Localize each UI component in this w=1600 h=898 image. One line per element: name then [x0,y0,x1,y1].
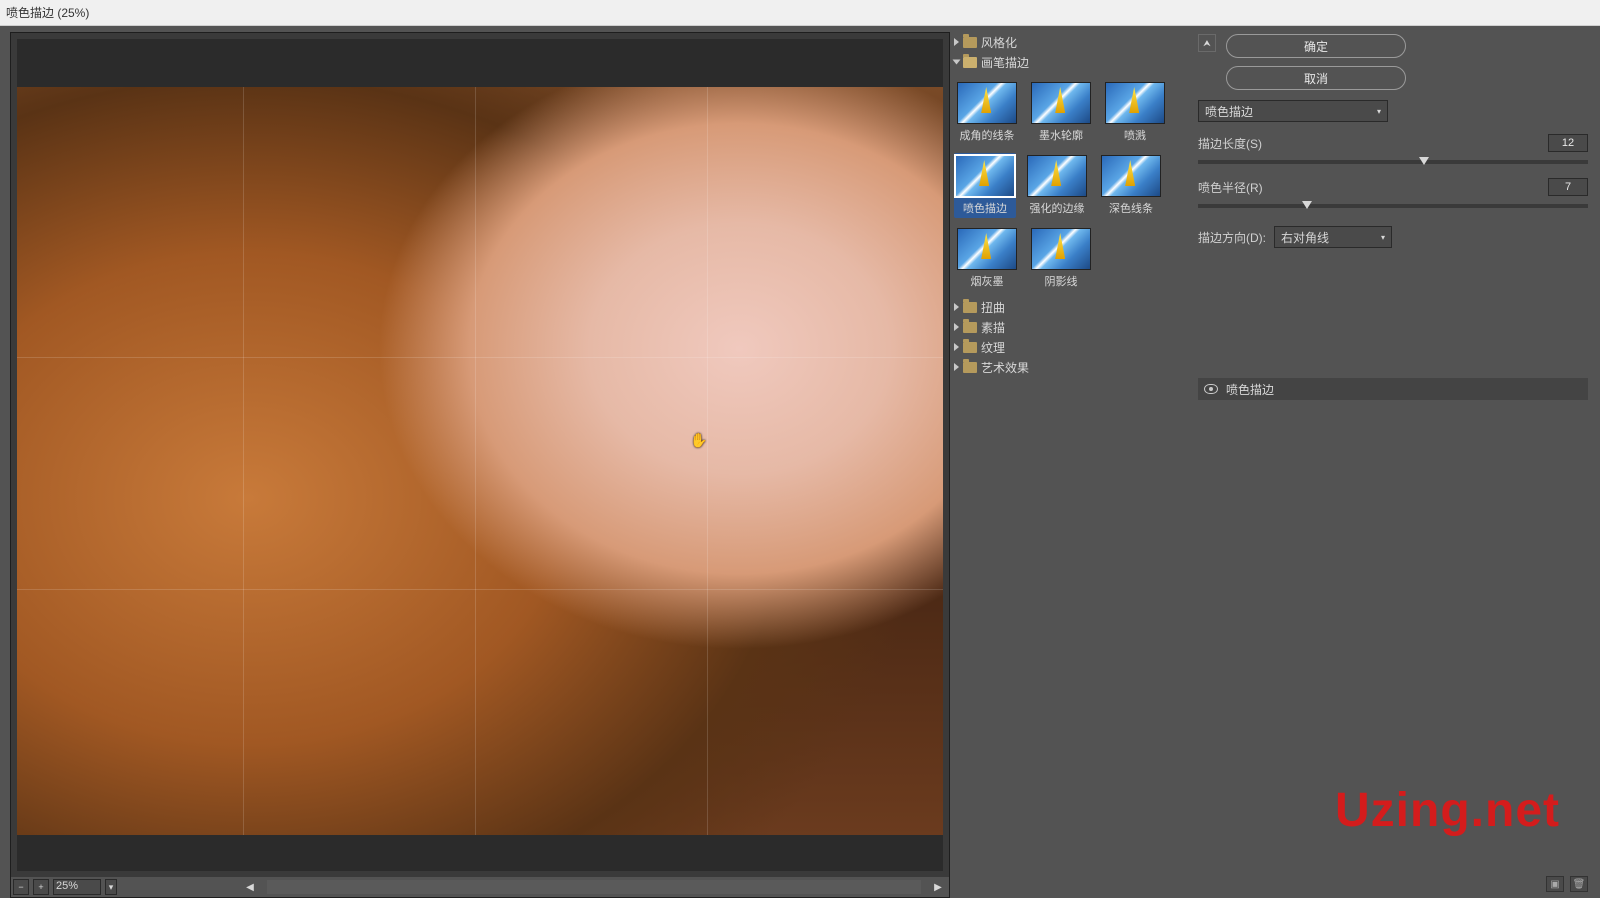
filter-category-素描[interactable]: 素描 [950,317,1190,337]
grid-line [707,87,708,835]
filter-category-艺术效果[interactable]: 艺术效果 [950,357,1190,377]
category-label: 艺术效果 [981,359,1029,376]
grid-line [475,87,476,835]
filter-gallery: 风格化画笔描边成角的线条 墨水轮廓 喷溅喷色描边 强化的边缘 深色线条烟灰墨 阴影线扭曲素… [950,26,1190,898]
disclosure-triangle-icon [954,363,959,371]
preset-thumbnail [1105,82,1165,124]
preset-阴影线[interactable]: 阴影线 [1030,228,1092,289]
direction-label: 描边方向(D): [1198,229,1266,246]
category-label: 画笔描边 [981,54,1029,71]
preset-thumbnail [1101,155,1161,197]
category-label: 素描 [981,319,1005,336]
scroll-left-button[interactable]: ◀ [241,879,259,895]
zoom-level-field[interactable]: 25% [53,879,101,895]
slider-thumb-icon[interactable] [1419,157,1429,165]
disclosure-triangle-icon [954,38,959,46]
chevron-down-icon: ▾ [1377,107,1381,116]
zoom-in-button[interactable]: + [33,879,49,895]
preset-喷色描边[interactable]: 喷色描边 [954,153,1016,218]
preset-label: 成角的线条 [960,127,1015,143]
preset-thumbnail [1027,155,1087,197]
slider-thumb-icon[interactable] [1302,201,1312,209]
preset-thumbnail [1031,228,1091,270]
delete-effect-layer-button[interactable]: 🗑 [1570,876,1588,892]
filter-category-纹理[interactable]: 纹理 [950,337,1190,357]
window-titlebar: 喷色描边 (25%) [0,0,1600,26]
disclosure-triangle-icon [954,323,959,331]
filter-select[interactable]: 喷色描边 ▾ [1198,100,1388,122]
folder-icon [963,342,977,353]
category-label: 扭曲 [981,299,1005,316]
zoom-out-button[interactable]: − [13,879,29,895]
controls-panel: ⮝ 确定 取消 喷色描边 ▾ 描边长度(S) 喷色半径(R) [1190,26,1600,898]
preset-label: 喷色描边 [963,200,1007,216]
preset-成角的线条[interactable]: 成角的线条 [956,82,1018,143]
folder-icon [963,322,977,333]
filter-select-value: 喷色描边 [1205,103,1253,120]
preview-footer: − + 25% ▾ ◀ ▶ [11,877,949,897]
spray-radius-input[interactable] [1548,178,1588,196]
preset-label: 烟灰墨 [971,273,1004,289]
collapse-gallery-button[interactable]: ⮝ [1198,34,1216,52]
stroke-length-input[interactable] [1548,134,1588,152]
preset-label: 强化的边缘 [1030,200,1085,216]
preset-label: 阴影线 [1045,273,1078,289]
folder-icon [963,57,977,68]
preset-label: 墨水轮廓 [1039,127,1083,143]
preset-墨水轮廓[interactable]: 墨水轮廓 [1030,82,1092,143]
spray-radius-slider[interactable] [1198,204,1588,208]
folder-icon [963,362,977,373]
filter-category-画笔描边[interactable]: 画笔描边 [950,52,1190,72]
category-label: 纹理 [981,339,1005,356]
grid-line [17,589,943,590]
preset-label: 深色线条 [1109,200,1153,216]
preset-label: 喷溅 [1124,127,1146,143]
new-effect-layer-button[interactable]: ▣ [1546,876,1564,892]
preset-喷溅[interactable]: 喷溅 [1104,82,1166,143]
grid-line [17,357,943,358]
preset-强化的边缘[interactable]: 强化的边缘 [1026,155,1088,216]
folder-icon [963,37,977,48]
direction-select[interactable]: 右对角线 ▾ [1274,226,1392,248]
preview-canvas[interactable]: ✋ [17,39,943,871]
folder-icon [963,302,977,313]
stroke-length-slider[interactable] [1198,160,1588,164]
preset-thumbnail [957,228,1017,270]
disclosure-triangle-icon [954,343,959,351]
hand-cursor-icon: ✋ [690,432,707,449]
filter-category-扭曲[interactable]: 扭曲 [950,297,1190,317]
disclosure-triangle-icon [953,60,961,65]
horizontal-scrollbar[interactable] [267,880,921,894]
preset-深色线条[interactable]: 深色线条 [1100,155,1162,216]
scroll-right-button[interactable]: ▶ [929,879,947,895]
zoom-dropdown-button[interactable]: ▾ [105,879,117,895]
chevron-down-icon: ▾ [1381,233,1385,242]
effect-layer-row[interactable]: 喷色描边 [1198,378,1588,400]
preset-烟灰墨[interactable]: 烟灰墨 [956,228,1018,289]
spray-radius-label: 喷色半径(R) [1198,179,1263,196]
cancel-button[interactable]: 取消 [1226,66,1406,90]
category-label: 风格化 [981,34,1017,51]
preset-thumbnail [957,82,1017,124]
visibility-eye-icon[interactable] [1204,384,1218,394]
preset-grid: 成角的线条 墨水轮廓 喷溅喷色描边 强化的边缘 深色线条烟灰墨 阴影线 [950,72,1190,297]
preview-image [17,87,943,835]
grid-line [243,87,244,835]
preset-thumbnail [1031,82,1091,124]
ok-button[interactable]: 确定 [1226,34,1406,58]
filter-category-风格化[interactable]: 风格化 [950,32,1190,52]
preset-thumbnail [955,155,1015,197]
preview-pane: ✋ − + 25% ▾ ◀ ▶ [0,26,950,898]
effect-layer-name: 喷色描边 [1226,381,1274,398]
window-title: 喷色描边 (25%) [6,6,89,20]
disclosure-triangle-icon [954,303,959,311]
stroke-length-label: 描边长度(S) [1198,135,1262,152]
direction-select-value: 右对角线 [1281,229,1329,246]
